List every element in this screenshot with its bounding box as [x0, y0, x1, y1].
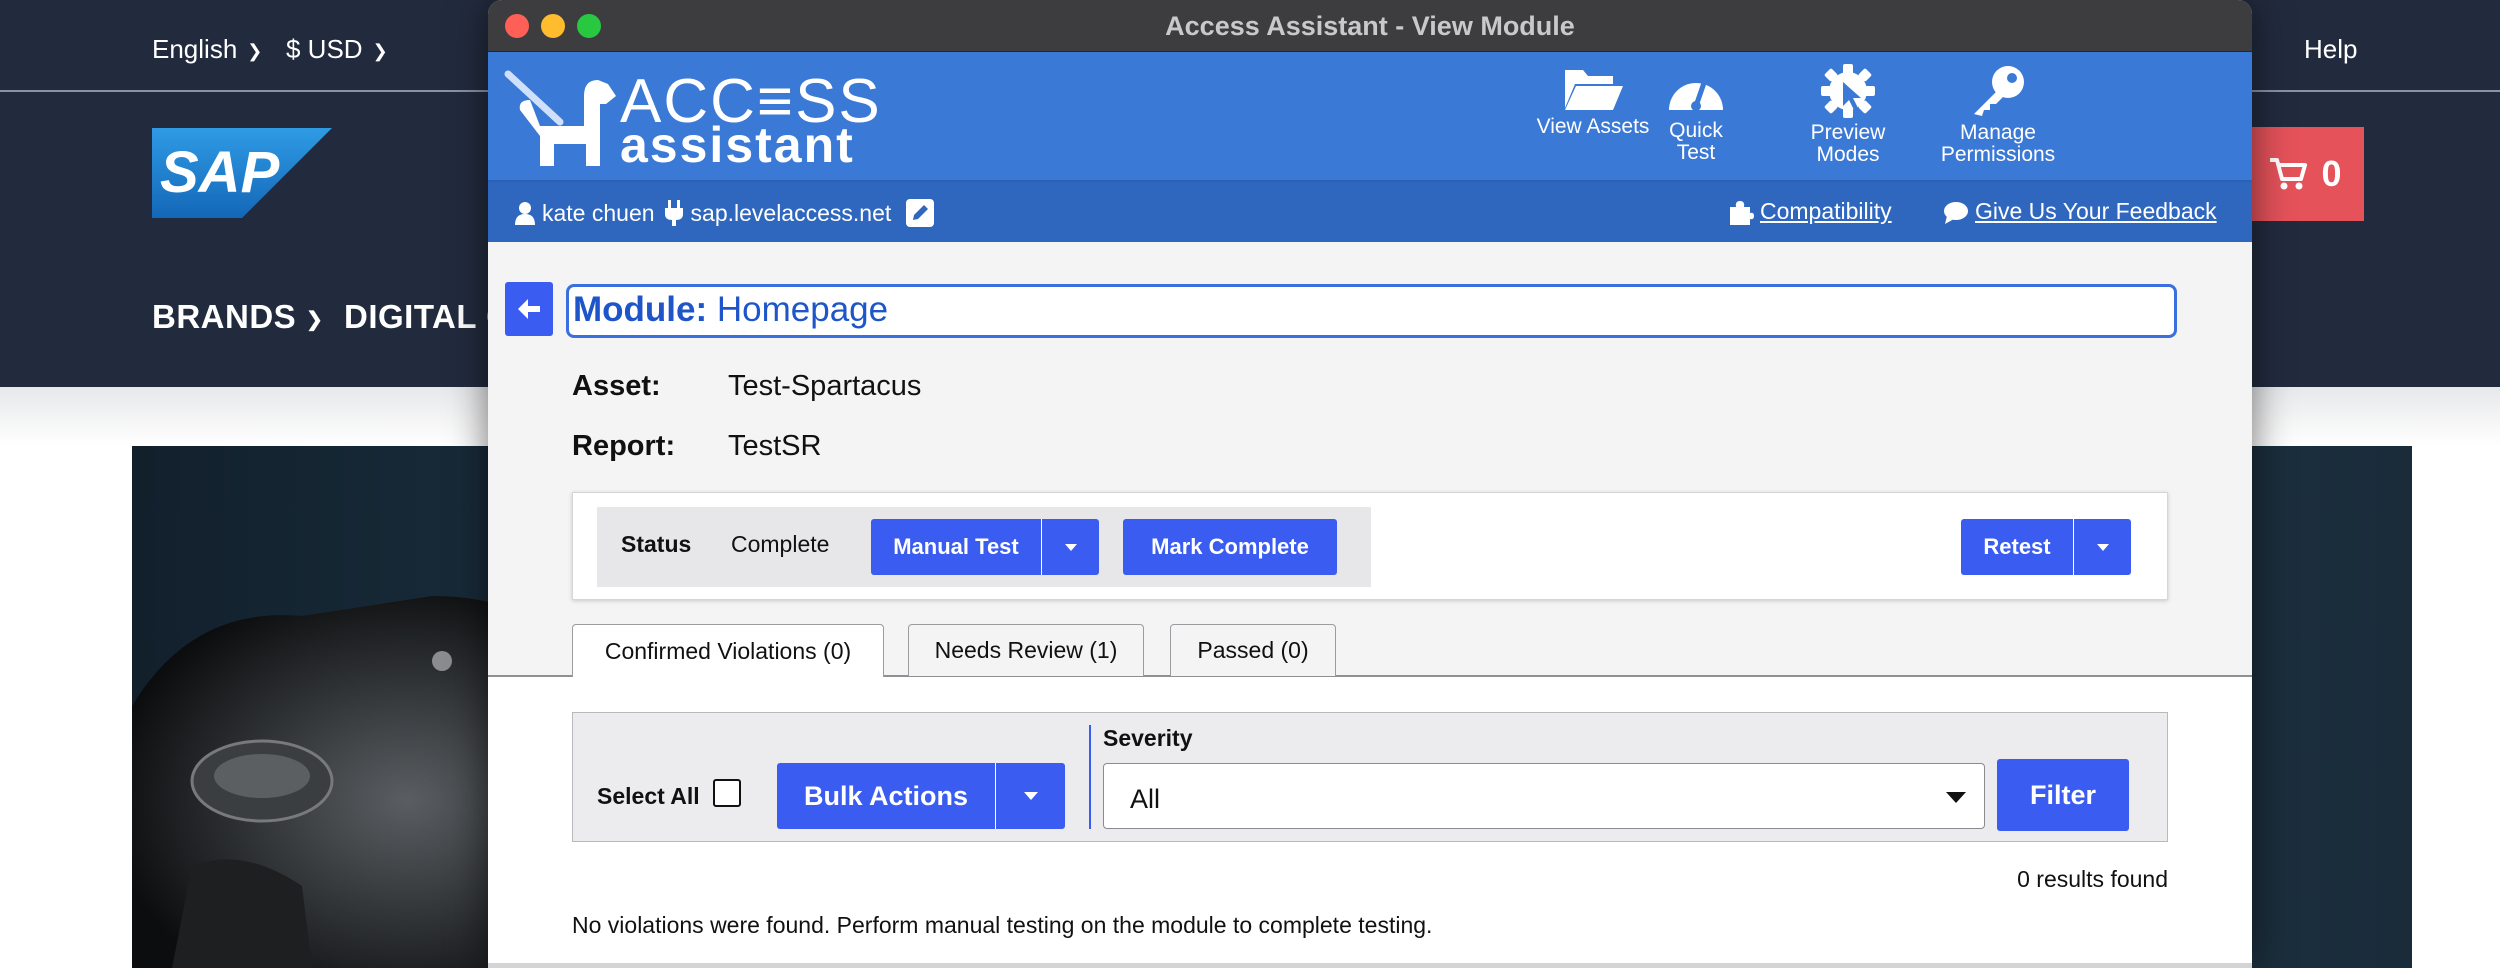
tab-confirmed-violations[interactable]: Confirmed Violations (0)	[572, 624, 884, 677]
brand-assistant-text: assistant	[620, 117, 855, 173]
bulk-actions-dropdown[interactable]	[995, 763, 1065, 829]
severity-selected-value: All	[1130, 784, 1161, 814]
quick-test-label-2: Test	[1676, 141, 1716, 164]
cart-count: 0	[2321, 153, 2342, 194]
window-title: Access Assistant - View Module	[1165, 11, 1575, 41]
preview-modes-label-2: Modes	[1816, 143, 1880, 166]
gear-cursor-icon	[1821, 64, 1875, 118]
feedback-text[interactable]: Give Us Your Feedback	[1975, 198, 2217, 225]
chevron-down-icon: ❯	[306, 308, 324, 331]
puzzle-icon	[1730, 200, 1754, 225]
report-label: Report:	[572, 430, 676, 462]
results-count: 0 results found	[2017, 866, 2168, 892]
language-selector[interactable]: English ❯	[152, 34, 262, 65]
edit-pencil-icon[interactable]	[905, 198, 935, 228]
report-value: TestSR	[728, 430, 822, 462]
help-link[interactable]: Help	[2304, 34, 2357, 65]
user-subbar: kate chuen sap.levelaccess.net Compatibi…	[488, 182, 2252, 242]
tab-needs-review[interactable]: Needs Review (1)	[908, 624, 1144, 676]
severity-label: Severity	[1103, 725, 1193, 751]
chevron-down-icon: ❯	[247, 40, 263, 61]
cart-icon	[2270, 158, 2308, 190]
manage-permissions-label-1: Manage	[1960, 121, 2036, 144]
asset-value: Test-Spartacus	[728, 370, 922, 402]
manual-test-button[interactable]: Manual Test	[871, 519, 1041, 575]
sap-logo-text: SAP	[160, 140, 280, 205]
site-nav-brands[interactable]: BRANDS ❯	[152, 298, 323, 336]
user-icon	[515, 202, 535, 225]
manage-permissions-button[interactable]: Manage Permissions	[1923, 64, 2073, 176]
select-all-label: Select All	[597, 783, 700, 809]
caret-down-icon	[1023, 792, 1038, 800]
caret-down-icon	[1064, 543, 1077, 551]
preview-modes-button[interactable]: Preview Modes	[1773, 64, 1923, 176]
preview-modes-label-1: Preview	[1810, 121, 1886, 144]
filter-divider	[1089, 725, 1091, 829]
status-value: Complete	[731, 531, 830, 557]
window-titlebar[interactable]: Access Assistant - View Module	[488, 0, 2252, 52]
chevron-down-icon	[1946, 792, 1966, 803]
retest-dropdown[interactable]	[2073, 519, 2131, 575]
report-row: Report: TestSR	[572, 430, 821, 463]
folder-open-icon	[1565, 70, 1623, 110]
compatibility-link[interactable]: Compatibility	[1728, 198, 1892, 225]
user-name: kate chuen	[542, 199, 655, 226]
mark-complete-button[interactable]: Mark Complete	[1123, 519, 1337, 575]
compatibility-text[interactable]: Compatibility	[1760, 198, 1892, 225]
asset-row: Asset: Test-Spartacus	[572, 370, 921, 403]
app-header: ACC≡SS assistant View Assets Quick Test	[488, 52, 2252, 182]
severity-select[interactable]: All	[1103, 763, 1985, 829]
feedback-link[interactable]: Give Us Your Feedback	[1943, 198, 2217, 225]
arrow-left-icon	[518, 299, 540, 319]
dog-logo-icon	[504, 70, 616, 166]
user-info: kate chuen sap.levelaccess.net	[514, 198, 941, 228]
module-content: Module: Homepage Asset: Test-Spartacus Re…	[488, 242, 2252, 968]
currency-selector[interactable]: $ USD ❯	[286, 34, 388, 65]
site-nav-digital[interactable]: DIGITAL C	[344, 298, 510, 336]
key-icon	[1974, 66, 2024, 116]
chevron-down-icon: ❯	[372, 40, 388, 61]
sap-logo[interactable]: SAP	[152, 128, 332, 218]
bulk-actions-button[interactable]: Bulk Actions	[777, 763, 995, 829]
plug-icon	[664, 200, 683, 226]
server-name: sap.levelaccess.net	[690, 199, 892, 226]
speedometer-icon	[1669, 77, 1723, 111]
manual-test-dropdown[interactable]	[1041, 519, 1099, 575]
speech-bubble-icon	[1944, 201, 1968, 224]
cart-button[interactable]: 0	[2246, 127, 2364, 221]
no-violations-message: No violations were found. Perform manual…	[572, 912, 1433, 938]
panel-bottom-border	[488, 963, 2252, 968]
caret-down-icon	[2096, 543, 2109, 551]
filter-button[interactable]: Filter	[1997, 759, 2129, 831]
module-title-label: Module:	[573, 290, 708, 329]
quick-test-label-1: Quick	[1669, 119, 1723, 142]
filter-panel: Select All Bulk Actions Severity All Fil…	[572, 712, 2168, 842]
quick-test-button[interactable]: Quick Test	[1621, 64, 1771, 176]
module-title[interactable]: Module: Homepage	[566, 284, 2177, 338]
asset-label: Asset:	[572, 370, 661, 402]
access-assistant-window: Access Assistant - View Module ACC≡SS as…	[488, 0, 2252, 968]
manage-permissions-label-2: Permissions	[1940, 143, 2056, 166]
status-label: Status	[621, 531, 692, 557]
module-title-name: Homepage	[716, 290, 889, 329]
status-group: Status Complete Manual Test Mark Complet…	[597, 507, 1371, 587]
back-button[interactable]	[505, 282, 553, 336]
tab-passed[interactable]: Passed (0)	[1170, 624, 1336, 676]
status-panel: Status Complete Manual Test Mark Complet…	[572, 492, 2168, 600]
select-all-checkbox[interactable]	[713, 779, 741, 807]
retest-button[interactable]: Retest	[1961, 519, 2073, 575]
